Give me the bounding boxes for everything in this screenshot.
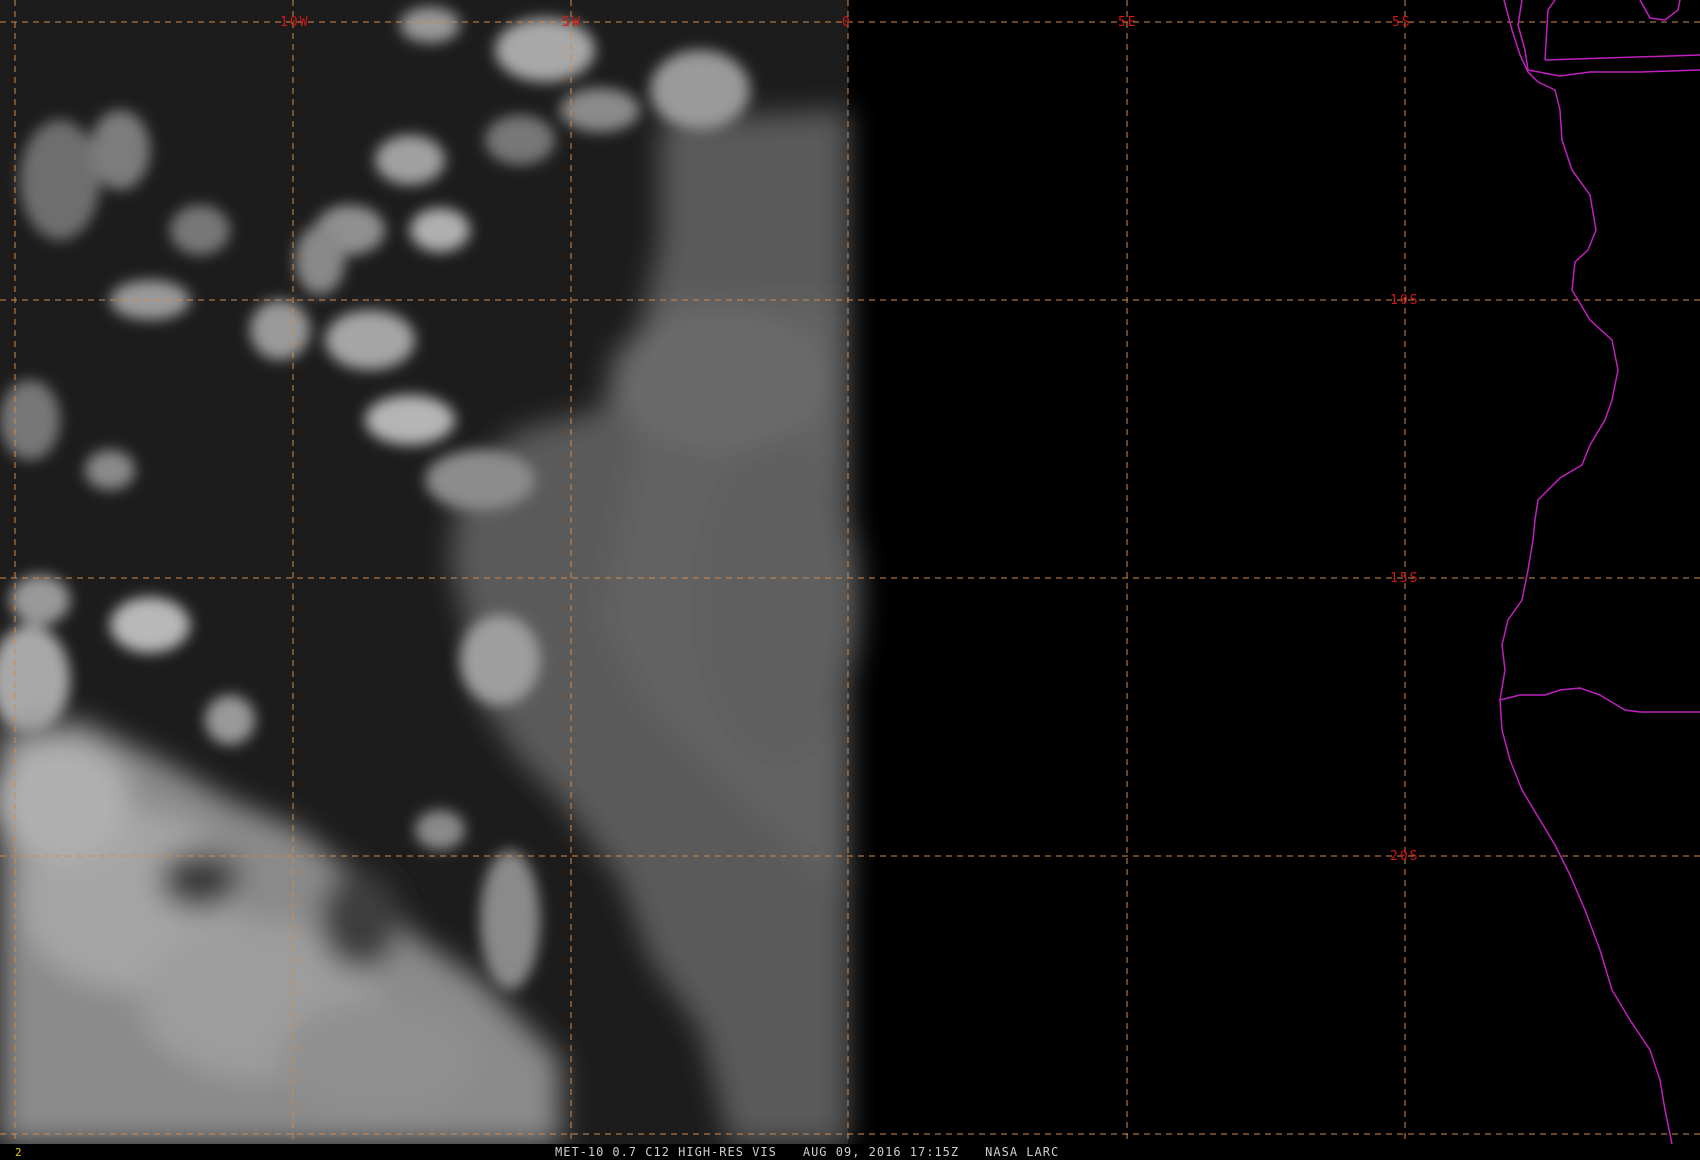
satellite-viewer: 10W 5W 0 5E 5S 10S 15S 20S 2 MET-10 0.7 C… <box>0 0 1700 1160</box>
caption-source: NASA LARC <box>985 1145 1060 1159</box>
lon-label: 10W <box>280 15 309 30</box>
satellite-image-map[interactable]: 10W 5W 0 5E 5S 10S 15S 20S <box>0 0 1700 1144</box>
lat-label: 15S <box>1390 571 1419 586</box>
lon-label: 5W <box>562 15 582 30</box>
image-caption: MET-10 0.7 C12 HIGH-RES VIS AUG 09, 2016 1… <box>555 1145 1085 1159</box>
lat-label: 10S <box>1390 293 1419 308</box>
lat-label: 20S <box>1390 849 1419 864</box>
lon-label: 5E <box>1118 15 1138 30</box>
caption-product: 0.7 C12 HIGH-RES VIS <box>612 1145 777 1159</box>
map-canvas: 10W 5W 0 5E 5S 10S 15S 20S <box>0 0 1700 1144</box>
frame-number: 2 <box>15 1146 22 1159</box>
caption-satellite: MET-10 <box>555 1145 605 1159</box>
caption-datetime: AUG 09, 2016 17:15Z <box>802 1145 960 1159</box>
lon-label: 0 <box>842 15 852 30</box>
lat-label: 5S <box>1392 15 1412 30</box>
